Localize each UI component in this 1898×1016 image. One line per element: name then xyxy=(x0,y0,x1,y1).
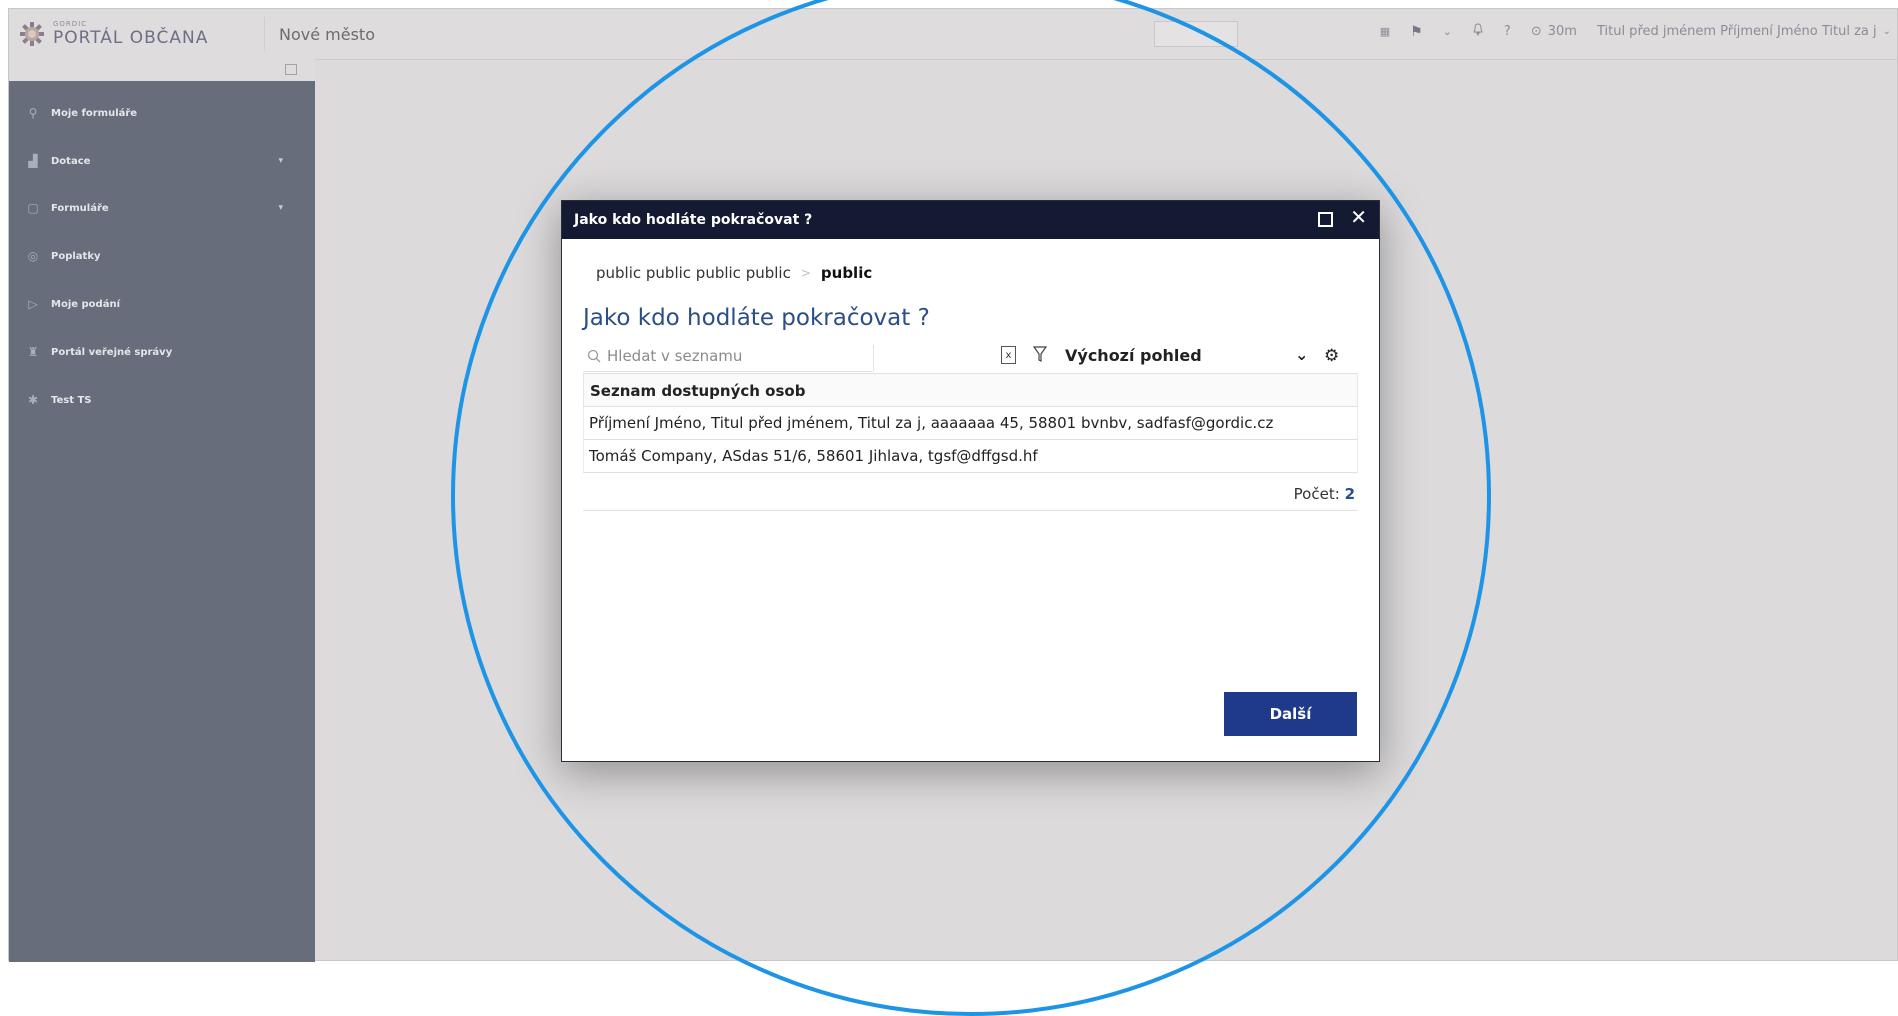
logo[interactable]: GORDIC PORTÁL OBČANA xyxy=(19,17,239,51)
excel-export-icon[interactable]: x xyxy=(1001,346,1016,364)
logo-title: PORTÁL OBČANA xyxy=(53,28,209,48)
user-menu[interactable]: Titul před jménem Příjmení Jméno Titul z… xyxy=(1597,24,1891,39)
search-doc-icon: ⚲ xyxy=(28,106,38,120)
breadcrumb: public public public public > public xyxy=(596,264,872,282)
title-divider xyxy=(264,17,265,51)
document-arrow-icon: ▷ xyxy=(28,297,38,311)
sidebar-item-label: Moje formuláře xyxy=(51,107,138,119)
help-icon[interactable]: ? xyxy=(1504,24,1511,39)
row-count: Počet: 2 xyxy=(1294,485,1355,503)
chevron-down-icon: ⌄ xyxy=(1882,26,1891,37)
row-count-label: Počet: xyxy=(1293,485,1340,503)
sidebar-item-label: Portál veřejné správy xyxy=(51,346,173,358)
view-selector[interactable]: Výchozí pohled xyxy=(1065,346,1202,365)
topbar-field[interactable] xyxy=(1154,21,1238,47)
collapse-sidebar-icon[interactable] xyxy=(285,64,297,75)
gear-icon[interactable]: ⚙ xyxy=(1324,346,1339,366)
column-header: Seznam dostupných osob xyxy=(590,382,806,400)
top-bar: GORDIC PORTÁL OBČANA Nové město ▦ ⚑ ⌄ ? … xyxy=(9,9,1897,60)
next-button[interactable]: Další xyxy=(1224,692,1357,736)
dialog-header: Jako kdo hodláte pokračovat ? ✕ xyxy=(562,201,1379,239)
sidebar-item-dotace[interactable]: ▟ Dotace ▾ xyxy=(9,141,315,181)
logo-icon xyxy=(19,21,45,47)
breadcrumb-separator-icon: > xyxy=(800,266,811,280)
table-header: Seznam dostupných osob xyxy=(583,373,1358,407)
toolbar-divider xyxy=(873,345,874,371)
star-icon: ✱ xyxy=(27,393,39,407)
flag-icon[interactable]: ⚑ xyxy=(1410,24,1423,40)
list-toolbar: Hledat v seznamu x Výchozí pohled ⌄ ⚙ xyxy=(583,341,1358,373)
sidebar-item-label: Dotace xyxy=(51,155,91,167)
breadcrumb-parent[interactable]: public public public public xyxy=(596,264,791,282)
row-count-value: 2 xyxy=(1344,485,1355,503)
sidebar-item-moje-podani[interactable]: ▷ Moje podání xyxy=(9,284,315,324)
chevron-down-icon: ▾ xyxy=(278,203,283,213)
table-row[interactable]: Tomáš Company, ASdas 51/6, 58601 Jihlava… xyxy=(583,440,1358,473)
chevron-down-icon[interactable]: ⌄ xyxy=(1295,345,1308,364)
logo-subtitle: GORDIC xyxy=(53,20,88,28)
search-input[interactable]: Hledat v seznamu xyxy=(583,341,873,372)
sidebar-item-poplatky[interactable]: ◎ Poplatky xyxy=(9,236,315,276)
table-footer-divider xyxy=(583,510,1358,511)
sidebar-item-label: Poplatky xyxy=(51,250,101,262)
user-name: Titul před jménem Příjmení Jméno Titul z… xyxy=(1596,24,1877,39)
search-placeholder: Hledat v seznamu xyxy=(607,347,743,365)
page-title: Nové město xyxy=(279,25,375,44)
session-timer-value: 30m xyxy=(1547,24,1577,39)
search-icon xyxy=(587,349,601,363)
breadcrumb-current: public xyxy=(820,264,873,282)
close-icon[interactable]: ✕ xyxy=(1350,207,1367,227)
sidebar-header xyxy=(9,59,315,81)
document-icon: ▢ xyxy=(27,201,39,215)
sidebar-item-test-ts[interactable]: ✱ Test TS xyxy=(9,380,315,420)
clock-icon: ⊙ xyxy=(1530,24,1542,39)
chevron-down-icon: ▾ xyxy=(278,156,283,166)
emblem-icon: ♜ xyxy=(27,345,39,359)
sidebar-item-label: Formuláře xyxy=(51,202,109,214)
session-timer: ⊙ 30m xyxy=(1531,24,1577,39)
table-row[interactable]: Příjmení Jméno, Titul před jménem, Titul… xyxy=(583,407,1358,440)
filter-icon[interactable] xyxy=(1033,345,1047,363)
maximize-icon[interactable] xyxy=(1318,212,1333,227)
sidebar-item-label: Moje podání xyxy=(51,298,120,310)
bell-icon[interactable] xyxy=(1472,23,1484,40)
dialog-title: Jako kdo hodláte pokračovat ? xyxy=(574,212,813,228)
coins-icon: ◎ xyxy=(27,249,39,263)
grid-icon[interactable]: ▦ xyxy=(1380,25,1390,38)
chart-icon: ▟ xyxy=(28,154,38,168)
row-text: Příjmení Jméno, Titul před jménem, Titul… xyxy=(589,414,1274,432)
sidebar-item-portal-verejne-spravy[interactable]: ♜ Portál veřejné správy xyxy=(9,332,315,372)
sidebar-item-formulare[interactable]: ▢ Formuláře ▾ xyxy=(9,188,315,228)
chevron-down-icon[interactable]: ⌄ xyxy=(1443,25,1452,38)
row-text: Tomáš Company, ASdas 51/6, 58601 Jihlava… xyxy=(589,447,1038,465)
sidebar: ⚲ Moje formuláře ▟ Dotace ▾ ▢ Formuláře … xyxy=(9,81,315,962)
person-select-dialog: Jako kdo hodláte pokračovat ? ✕ public p… xyxy=(561,200,1380,762)
sidebar-item-moje-formulare[interactable]: ⚲ Moje formuláře xyxy=(9,93,315,133)
topbar-right: ▦ ⚑ ⌄ ? ⊙ 30m Titul před jménem Příjmení… xyxy=(1380,23,1891,40)
sidebar-item-label: Test TS xyxy=(51,394,92,406)
dialog-heading: Jako kdo hodláte pokračovat ? xyxy=(583,305,930,331)
